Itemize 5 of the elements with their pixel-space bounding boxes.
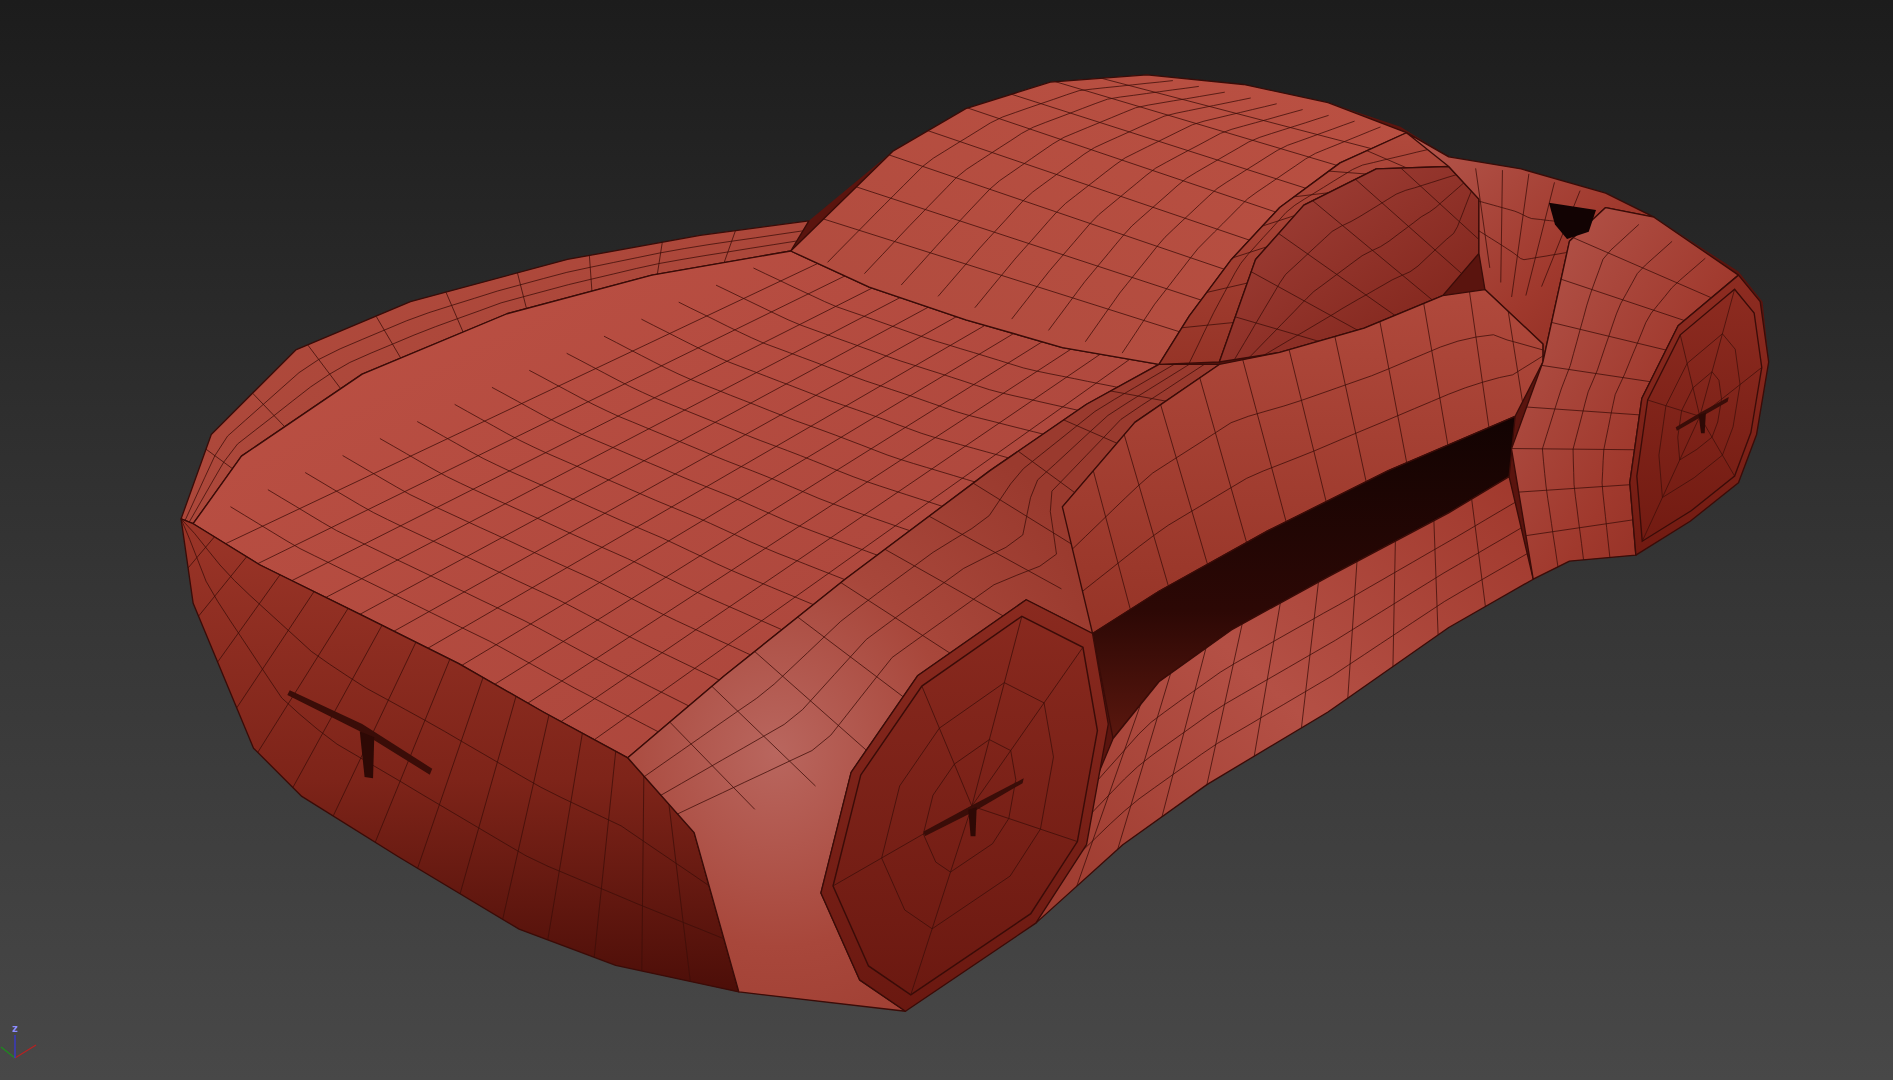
winged-emblem-icon: [287, 690, 433, 779]
winged-emblem-icon: [923, 778, 1024, 837]
winged-emblem-icon: [1675, 397, 1729, 434]
axis-label: z: [12, 1024, 18, 1034]
axis-tripod-icon: [0, 1034, 38, 1060]
